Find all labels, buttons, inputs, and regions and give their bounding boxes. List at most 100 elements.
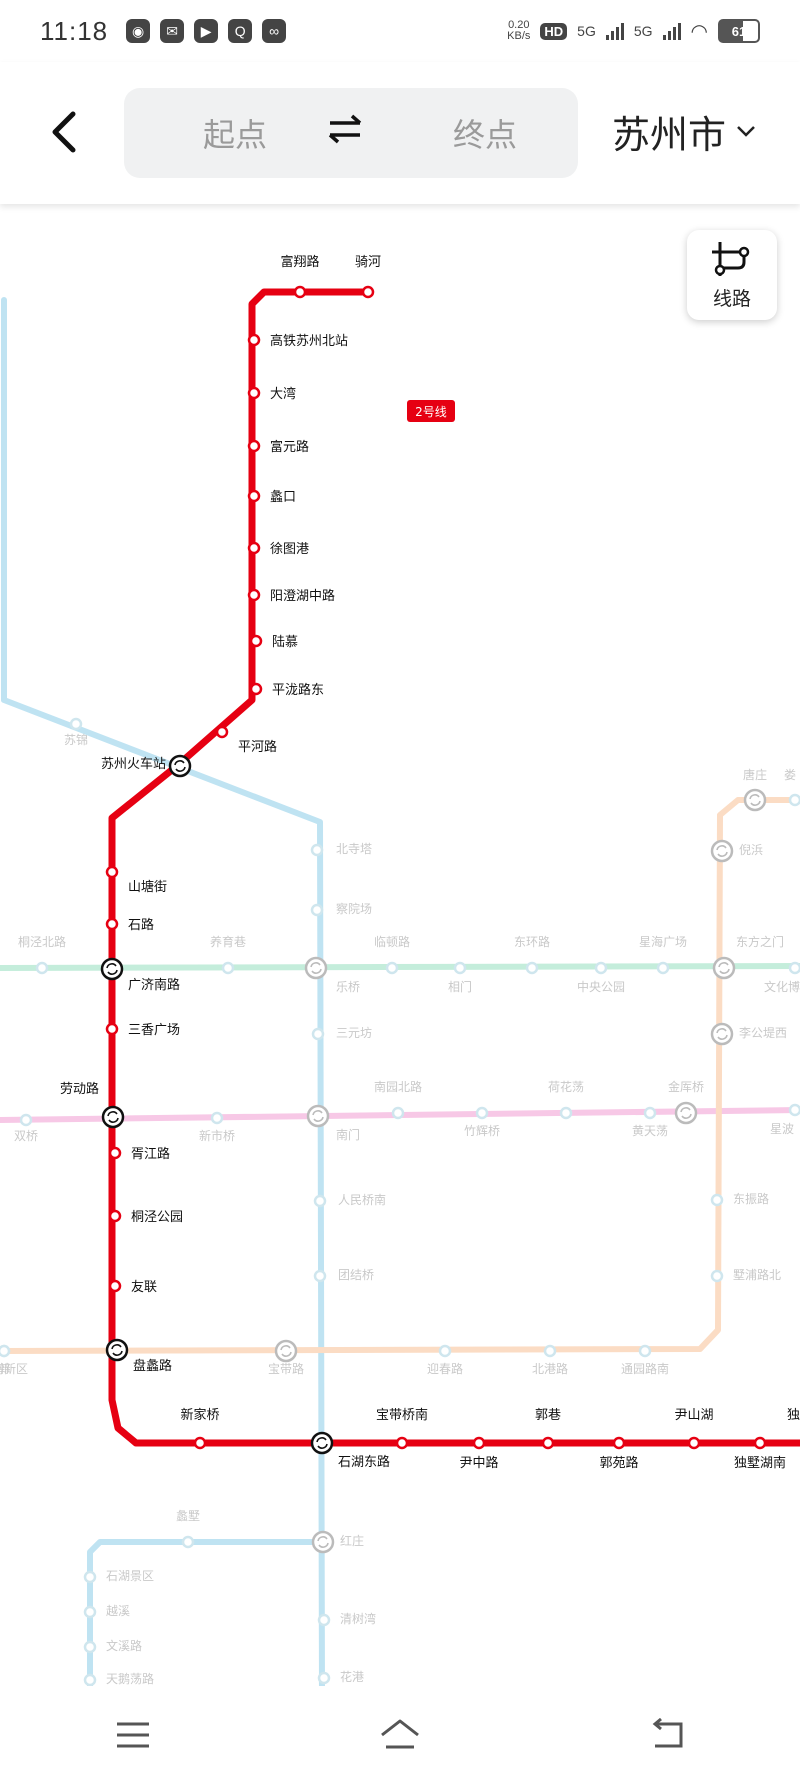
chevron-down-icon — [736, 119, 756, 143]
station-other[interactable] — [788, 961, 800, 975]
station-line2[interactable] — [105, 1022, 119, 1036]
station-other[interactable] — [638, 1344, 652, 1358]
back-button[interactable] — [40, 102, 88, 162]
station-label-faded: 天鹅荡路 — [106, 1671, 154, 1686]
station-other[interactable] — [391, 1106, 405, 1120]
station-line2[interactable] — [247, 386, 261, 400]
station-other[interactable] — [674, 1101, 698, 1125]
station-line2[interactable] — [753, 1436, 767, 1450]
station-other[interactable] — [710, 1022, 734, 1046]
station-line2[interactable] — [361, 285, 375, 299]
station-other[interactable] — [594, 961, 608, 975]
station-line2[interactable] — [215, 725, 229, 739]
station-other[interactable] — [317, 1671, 331, 1685]
station-line2[interactable] — [687, 1436, 701, 1450]
station-other[interactable] — [83, 1570, 97, 1584]
station-label-faded: 娄 — [784, 767, 796, 782]
station-line2[interactable] — [108, 1279, 122, 1293]
station-other[interactable] — [453, 961, 467, 975]
station-line2[interactable] — [247, 588, 261, 602]
station-other[interactable] — [543, 1344, 557, 1358]
station-label-faded: 桐泾北路 — [18, 934, 66, 949]
station-line2[interactable] — [310, 1431, 334, 1455]
station-other[interactable] — [210, 1111, 224, 1125]
station-other[interactable] — [304, 956, 328, 980]
station-other[interactable] — [743, 788, 767, 812]
station-other[interactable] — [310, 903, 324, 917]
station-other[interactable] — [221, 961, 235, 975]
station-line2[interactable] — [247, 489, 261, 503]
station-label: 独 — [787, 1408, 800, 1423]
station-other[interactable] — [438, 1344, 452, 1358]
station-other[interactable] — [317, 1613, 331, 1627]
station-other[interactable] — [475, 1106, 489, 1120]
station-other[interactable] — [559, 1106, 573, 1120]
station-other[interactable] — [525, 961, 539, 975]
back-nav-button[interactable] — [627, 1705, 707, 1765]
station-other[interactable] — [83, 1605, 97, 1619]
station-other[interactable] — [656, 961, 670, 975]
station-line2[interactable] — [395, 1436, 409, 1450]
station-line2[interactable] — [105, 1338, 129, 1362]
station-line2[interactable] — [249, 682, 263, 696]
menu-nav-button[interactable] — [93, 1705, 173, 1765]
station-other[interactable] — [310, 843, 324, 857]
station-other[interactable] — [83, 1640, 97, 1654]
station-other[interactable] — [181, 1535, 195, 1549]
station-other[interactable] — [306, 1104, 330, 1128]
metro-map[interactable]: 富翔路 骑河 高铁苏州北站 大湾 富元路 蠡口 徐图港 阳澄湖中路 陆慕 平泷路东 平河路 苏州火车站… — [0, 204, 800, 1686]
station-other[interactable] — [712, 956, 736, 980]
station-line2[interactable] — [168, 754, 192, 778]
station-line2[interactable] — [105, 865, 119, 879]
battery-icon: 61 — [718, 19, 760, 43]
line2-badge[interactable]: 2号线 — [407, 400, 455, 422]
station-line2[interactable] — [108, 1146, 122, 1160]
station-line2[interactable] — [293, 285, 307, 299]
station-label-faded: 相门 — [448, 979, 472, 994]
home-nav-button[interactable] — [360, 1705, 440, 1765]
station-line2[interactable] — [247, 439, 261, 453]
station-other[interactable] — [710, 1193, 724, 1207]
end-station-field[interactable]: 终点 — [410, 110, 560, 156]
signal-icon-2 — [662, 22, 681, 40]
station-line2[interactable] — [472, 1436, 486, 1450]
station-other[interactable] — [788, 793, 800, 807]
station-other[interactable] — [385, 961, 399, 975]
chat-notification-icon: Q — [228, 19, 253, 43]
station-other[interactable] — [274, 1339, 298, 1363]
station-label-faded: 人民桥南 — [338, 1192, 386, 1207]
station-label-faded: 乐桥 — [336, 980, 360, 994]
station-line2[interactable] — [193, 1436, 207, 1450]
station-line2[interactable] — [612, 1436, 626, 1450]
metro-map-svg[interactable]: 富翔路 骑河高铁苏州北站大湾富元路蠡口徐图港阳澄湖中路陆慕平泷路东平河路苏州火车站… — [0, 204, 800, 1686]
station-other[interactable] — [311, 1027, 325, 1041]
station-other[interactable] — [35, 961, 49, 975]
station-label: 宝带桥南 — [376, 1407, 428, 1423]
station-label-faded: 唐庄 — [743, 767, 767, 782]
city-selector[interactable]: 苏州市 — [612, 96, 756, 166]
station-label-faded: 新市桥 — [199, 1128, 235, 1143]
station-line2[interactable] — [249, 634, 263, 648]
app-notification-icon: ◉ — [126, 19, 151, 43]
station-other[interactable] — [710, 839, 734, 863]
swap-icon[interactable] — [310, 113, 380, 153]
start-station-field[interactable]: 起点 — [160, 110, 310, 156]
station-line2[interactable] — [105, 917, 119, 931]
station-line2[interactable] — [247, 333, 261, 347]
station-other[interactable] — [83, 1673, 97, 1686]
station-line2[interactable] — [541, 1436, 555, 1450]
station-other[interactable] — [313, 1269, 327, 1283]
station-line2[interactable] — [247, 541, 261, 555]
station-other[interactable] — [788, 1103, 800, 1117]
station-other[interactable] — [710, 1269, 724, 1283]
station-other[interactable] — [0, 1344, 11, 1358]
station-other[interactable] — [311, 1530, 335, 1554]
station-other[interactable] — [19, 1113, 33, 1127]
station-other[interactable] — [69, 717, 83, 731]
station-line2[interactable] — [108, 1209, 122, 1223]
line-list-button[interactable]: 线路 — [687, 230, 777, 320]
station-other[interactable] — [643, 1106, 657, 1120]
station-other[interactable] — [313, 1194, 327, 1208]
station-line2[interactable] — [101, 1105, 125, 1129]
station-line2[interactable] — [100, 957, 124, 981]
